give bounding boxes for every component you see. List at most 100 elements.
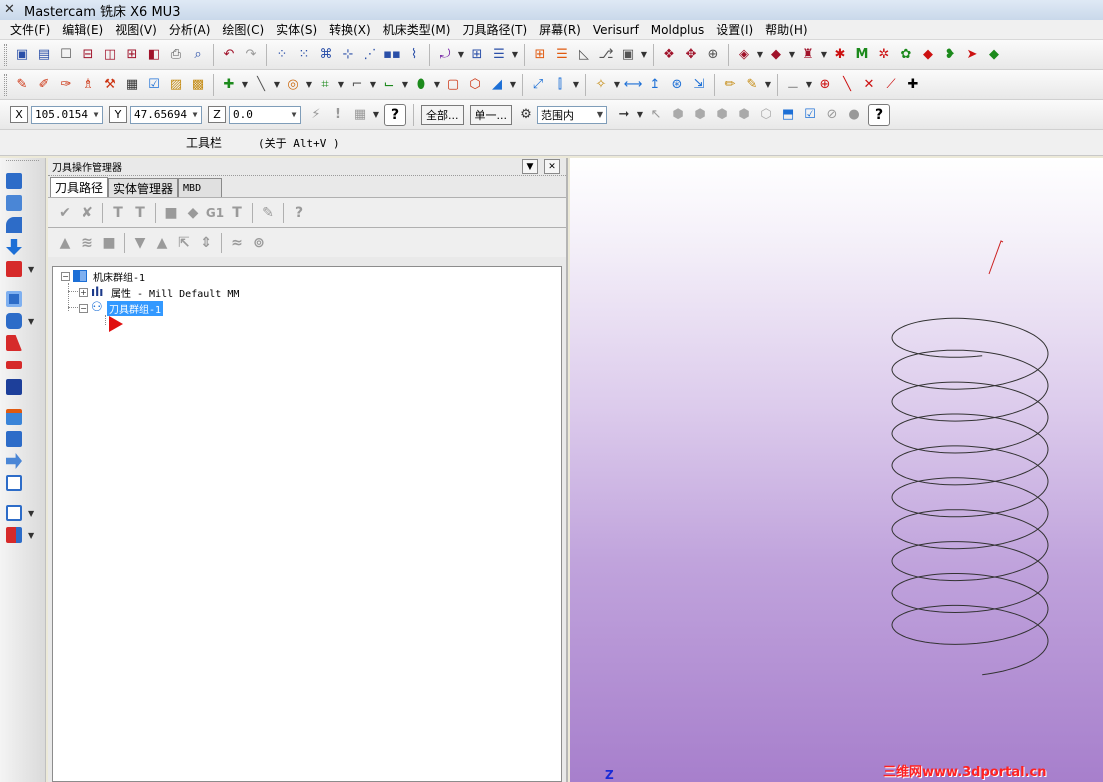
dropdown-arrow-icon[interactable]: ▼ xyxy=(28,265,34,274)
toggle-display-icon[interactable]: ≋ xyxy=(78,234,96,252)
dropdown-arrow-icon[interactable]: ▼ xyxy=(636,106,644,124)
move-up-icon[interactable]: ▲ xyxy=(153,234,171,252)
verify-icon[interactable]: ☑ xyxy=(801,106,819,124)
dropdown-arrow-icon[interactable]: ▼ xyxy=(613,76,621,94)
dropdown-arrow-icon[interactable]: ▼ xyxy=(28,531,34,540)
line-icon[interactable]: ╲ xyxy=(252,76,270,94)
simulate-icon[interactable]: ■ xyxy=(162,204,180,222)
dropdown-arrow-icon[interactable]: ▼ xyxy=(764,76,772,94)
menu-verisurf[interactable]: Verisurf xyxy=(587,23,645,37)
dropdown-arrow-icon[interactable]: ▼ xyxy=(805,76,813,94)
move-down-icon[interactable]: ▼ xyxy=(131,234,149,252)
moldplus-m-icon[interactable]: M xyxy=(853,46,871,64)
eraser-icon[interactable]: ✎ xyxy=(743,76,761,94)
compass-icon[interactable]: ⊛ xyxy=(668,76,686,94)
revolve-icon[interactable] xyxy=(6,195,22,211)
post-g1-icon[interactable]: G1 xyxy=(206,204,224,222)
graphics-viewport[interactable]: Z 三维网www.3dportal.cn xyxy=(570,158,1103,782)
dropdown-arrow-icon[interactable]: ▼ xyxy=(756,46,764,64)
help-button[interactable]: ? xyxy=(868,103,890,126)
report-icon[interactable]: ▩ xyxy=(189,76,207,94)
panel-dropdown-button[interactable]: ▼ xyxy=(522,159,538,174)
x-coord-button[interactable]: X xyxy=(10,106,28,123)
align-icon[interactable]: ⇲ xyxy=(690,76,708,94)
analyze-icon[interactable]: ♗ xyxy=(79,76,97,94)
modify-icon[interactable]: ⚒ xyxy=(101,76,119,94)
solid-layers-icon[interactable] xyxy=(6,431,22,447)
measure-icon[interactable]: ⟷ xyxy=(624,76,643,94)
dropdown-arrow-icon[interactable]: ▼ xyxy=(457,46,465,64)
loft-icon[interactable] xyxy=(6,239,22,255)
plugin-c-icon[interactable]: ◆ xyxy=(919,46,937,64)
select-single-button[interactable]: 单一... xyxy=(469,104,512,125)
draft-icon[interactable] xyxy=(6,335,22,351)
post-output-icon[interactable]: T xyxy=(228,204,246,222)
rectangle-icon[interactable]: ▢ xyxy=(444,76,462,94)
grid-view-icon[interactable]: ⊞ xyxy=(123,46,141,64)
snap-center-icon[interactable]: ⊕ xyxy=(816,76,834,94)
hex-d-icon[interactable]: ⬢ xyxy=(735,106,753,124)
high-speed-icon[interactable]: ✎ xyxy=(259,204,277,222)
toolpath-grid-icon[interactable]: ⊞ xyxy=(468,46,486,64)
toolpath-wave-icon[interactable]: ≈ xyxy=(228,234,246,252)
verify-ops-icon[interactable]: T xyxy=(131,204,149,222)
split-icon[interactable]: ◫ xyxy=(101,46,119,64)
solid-icon[interactable]: ⬮ xyxy=(412,76,430,94)
help-icon[interactable]: ? xyxy=(290,204,308,222)
backplot-icon[interactable]: T xyxy=(109,204,127,222)
dropdown-arrow-icon[interactable]: ▼ xyxy=(594,107,606,123)
fillet-icon[interactable]: ⌗ xyxy=(316,76,334,94)
selection-range-select[interactable]: 范围内 ▼ xyxy=(537,105,607,124)
hex-c-icon[interactable]: ⬢ xyxy=(713,106,731,124)
dropdown-arrow-icon[interactable]: ▼ xyxy=(189,107,201,123)
face-select-icon[interactable]: ⬒ xyxy=(779,106,797,124)
tree-node-machine-group[interactable]: − 机床群组-1 xyxy=(61,268,147,284)
dropdown-arrow-icon[interactable]: ▼ xyxy=(788,46,796,64)
select-chain-icon[interactable]: ⁘ xyxy=(273,46,291,64)
new-icon[interactable]: ☐ xyxy=(57,46,75,64)
boolean-icon[interactable] xyxy=(6,313,22,329)
verify-solid-icon[interactable]: ◆ xyxy=(184,204,202,222)
select-vector-icon[interactable]: ⋰ xyxy=(361,46,379,64)
cross-icon[interactable]: ✚ xyxy=(904,76,922,94)
trim-solid-icon[interactable] xyxy=(6,361,22,369)
snap-intersect-icon[interactable]: ✕ xyxy=(860,76,878,94)
helix-curve[interactable] xyxy=(891,317,1049,676)
dropdown-arrow-icon[interactable]: ▼ xyxy=(572,76,580,94)
dropdown-arrow-icon[interactable]: ▼ xyxy=(305,76,313,94)
spline-icon[interactable]: ⌐ xyxy=(348,76,366,94)
dropdown-arrow-icon[interactable]: ▼ xyxy=(640,46,648,64)
tree-node-properties[interactable]: + ılı 属性 - Mill Default MM xyxy=(79,284,241,300)
insert-arrow-icon[interactable]: ⇱ xyxy=(175,234,193,252)
z-coord-input[interactable]: 0.0 ▼ xyxy=(229,105,301,124)
surface-icon[interactable]: ◢ xyxy=(488,76,506,94)
pencil-icon[interactable]: ✏ xyxy=(721,76,739,94)
tab-mbd[interactable]: MBD xyxy=(178,178,223,197)
redo-icon[interactable]: ↷ xyxy=(242,46,260,64)
open-icon[interactable]: ▤ xyxy=(35,46,53,64)
fast-point-icon[interactable]: ⚡ xyxy=(307,106,325,124)
dropdown-arrow-icon[interactable]: ▼ xyxy=(273,76,281,94)
toolbar-grip[interactable] xyxy=(6,160,39,166)
menu-analyze[interactable]: 分析(A) xyxy=(163,21,217,38)
thicken-icon[interactable] xyxy=(6,453,22,469)
y-coord-input[interactable]: 47.65694 ▼ xyxy=(130,105,202,124)
sphere-icon[interactable]: ● xyxy=(845,106,863,124)
fit-icon[interactable]: ☰ xyxy=(553,46,571,64)
toolbar-grip[interactable] xyxy=(4,73,7,96)
tab-solids-manager[interactable]: 实体管理器 xyxy=(108,178,179,197)
plugin-f-icon[interactable]: ◆ xyxy=(985,46,1003,64)
view-cube-icon[interactable]: ▣ xyxy=(619,46,637,64)
plugin-a-icon[interactable]: ✲ xyxy=(875,46,893,64)
polygon-icon[interactable]: ⬡ xyxy=(466,76,484,94)
plugin-d-icon[interactable]: ❥ xyxy=(941,46,959,64)
menu-help[interactable]: 帮助(H) xyxy=(759,21,813,38)
toggle-posting-icon[interactable]: ■ xyxy=(100,234,118,252)
level-icon[interactable]: ◆ xyxy=(767,46,785,64)
merge-icon[interactable]: ⊟ xyxy=(79,46,97,64)
gview-icon[interactable]: ◺ xyxy=(575,46,593,64)
layer-icon[interactable]: ◈ xyxy=(735,46,753,64)
window-icon[interactable]: ◧ xyxy=(145,46,163,64)
grid-snap-icon[interactable]: ▦ xyxy=(351,106,369,124)
layer-manager-icon[interactable] xyxy=(6,409,22,425)
